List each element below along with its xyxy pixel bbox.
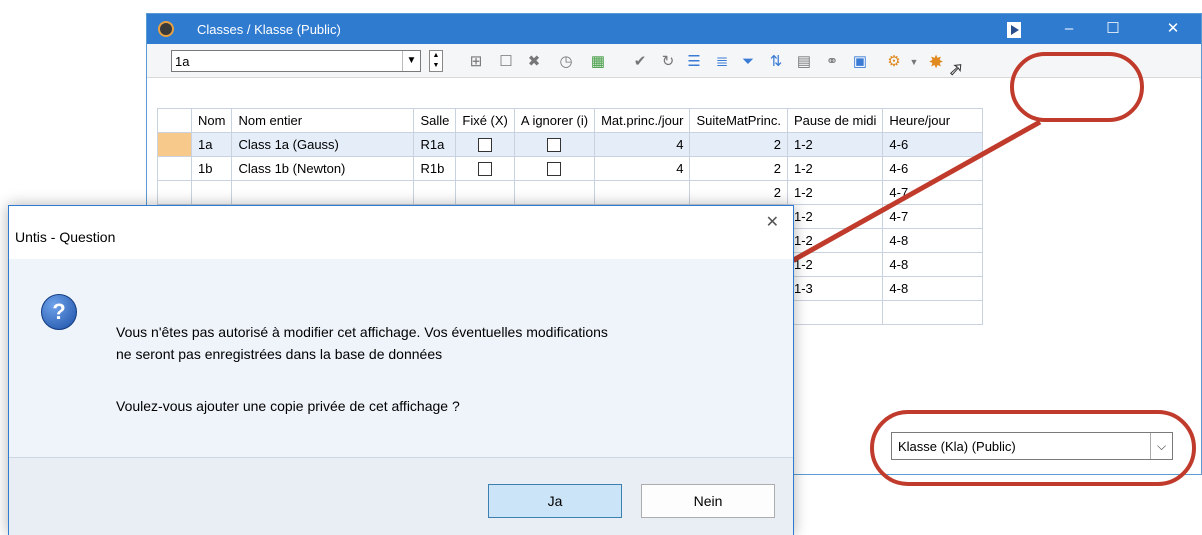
minimize-button[interactable]: –: [1047, 14, 1091, 44]
cell-nom[interactable]: 1b: [190, 156, 233, 181]
row-selector[interactable]: [157, 156, 192, 181]
fixe-checkbox[interactable]: [478, 162, 493, 177]
run-icon[interactable]: [1007, 22, 1021, 38]
cell-ignorer[interactable]: [513, 132, 596, 157]
row-selector-header: [157, 108, 192, 133]
row-selector[interactable]: [157, 180, 192, 205]
class-select[interactable]: 1a ▼: [171, 50, 421, 72]
yes-button[interactable]: Ja: [488, 484, 622, 518]
ignorer-checkbox[interactable]: [547, 162, 562, 177]
refresh-icon[interactable]: ↻: [659, 53, 677, 71]
column-header[interactable]: A ignorer (i): [513, 108, 596, 133]
link-icon[interactable]: ⚭: [823, 53, 841, 71]
fixe-checkbox[interactable]: [478, 138, 493, 153]
spin-buttons[interactable]: ▲ ▼: [429, 50, 443, 72]
cursor-icon: ➚: [948, 59, 964, 79]
dialog-titlebar[interactable]: Untis - Question ✕: [9, 206, 793, 259]
ignorer-checkbox[interactable]: [547, 138, 562, 153]
cell-nom-entier[interactable]: Class 1a (Gauss): [231, 132, 415, 157]
cell-salle[interactable]: R1a: [413, 132, 457, 157]
chevron-down-icon[interactable]: ▼: [402, 51, 420, 71]
screenshot-stage: Classes / Klasse (Public) – ☐ ✕ 1a ▼ ▲ ▼ …: [0, 0, 1202, 535]
message-line: Vous n'êtes pas autorisé à modifier cet …: [116, 324, 608, 340]
message-line: ne seront pas enregistrées dans la base …: [116, 346, 443, 362]
dialog-close-button[interactable]: ✕: [766, 212, 779, 232]
delete-icon[interactable]: ✖: [525, 53, 543, 71]
cell-mat-princ[interactable]: 4: [594, 156, 691, 181]
highlight-ring: [870, 410, 1196, 486]
dialog-title: Untis - Question: [15, 229, 116, 245]
cell-salle[interactable]: R1b: [413, 156, 457, 181]
cell-nom-entier[interactable]: Class 1b (Newton): [231, 156, 415, 181]
column-header[interactable]: Nom entier: [231, 108, 415, 133]
new-item-icon[interactable]: ☐: [497, 53, 515, 71]
column-header[interactable]: Fixé (X): [455, 108, 515, 133]
add-icon[interactable]: ⊞: [467, 53, 485, 71]
question-dialog: Untis - Question ✕ ? Vous n'êtes pas aut…: [8, 205, 794, 535]
column-header[interactable]: Nom: [190, 108, 233, 133]
clock-icon[interactable]: ◷: [557, 53, 575, 71]
cell-fixe[interactable]: [455, 156, 515, 181]
question-icon: ?: [41, 294, 77, 330]
no-button[interactable]: Nein: [641, 484, 775, 518]
settings-icon[interactable]: ⚙: [885, 53, 903, 71]
cell-fixe[interactable]: [455, 132, 515, 157]
row-selector[interactable]: [157, 132, 192, 157]
calendar-icon[interactable]: ▣: [851, 53, 869, 71]
dialog-question: Voulez-vous ajouter une copie privée de …: [116, 398, 460, 414]
filter-icon[interactable]: ⏷: [739, 53, 757, 71]
spreadsheet-icon[interactable]: ▦: [589, 53, 607, 71]
cell-nom[interactable]: 1a: [190, 132, 233, 157]
app-icon: [158, 21, 174, 37]
chevron-down-icon[interactable]: ▼: [905, 53, 923, 71]
cell-ignorer[interactable]: [513, 156, 596, 181]
close-button[interactable]: ✕: [1151, 14, 1195, 44]
report-icon[interactable]: ≣: [713, 53, 731, 71]
list-icon[interactable]: ☰: [685, 53, 703, 71]
class-select-value: 1a: [175, 54, 190, 69]
dialog-message: Vous n'êtes pas autorisé à modifier cet …: [116, 321, 786, 365]
sort-icon[interactable]: ⇅: [767, 53, 785, 71]
window-title: Classes / Klasse (Public): [197, 22, 341, 37]
column-header[interactable]: Mat.princ./jour: [594, 108, 691, 133]
window-titlebar[interactable]: Classes / Klasse (Public) – ☐ ✕: [147, 14, 1201, 44]
columns-icon[interactable]: ▤: [795, 53, 813, 71]
cell-mat-princ[interactable]: 4: [594, 132, 691, 157]
check-icon[interactable]: ✔: [631, 53, 649, 71]
maximize-button[interactable]: ☐: [1091, 14, 1135, 44]
column-header[interactable]: Salle: [413, 108, 457, 133]
dialog-footer: Ja Nein: [9, 457, 793, 535]
burst-icon[interactable]: ✸: [927, 53, 945, 71]
